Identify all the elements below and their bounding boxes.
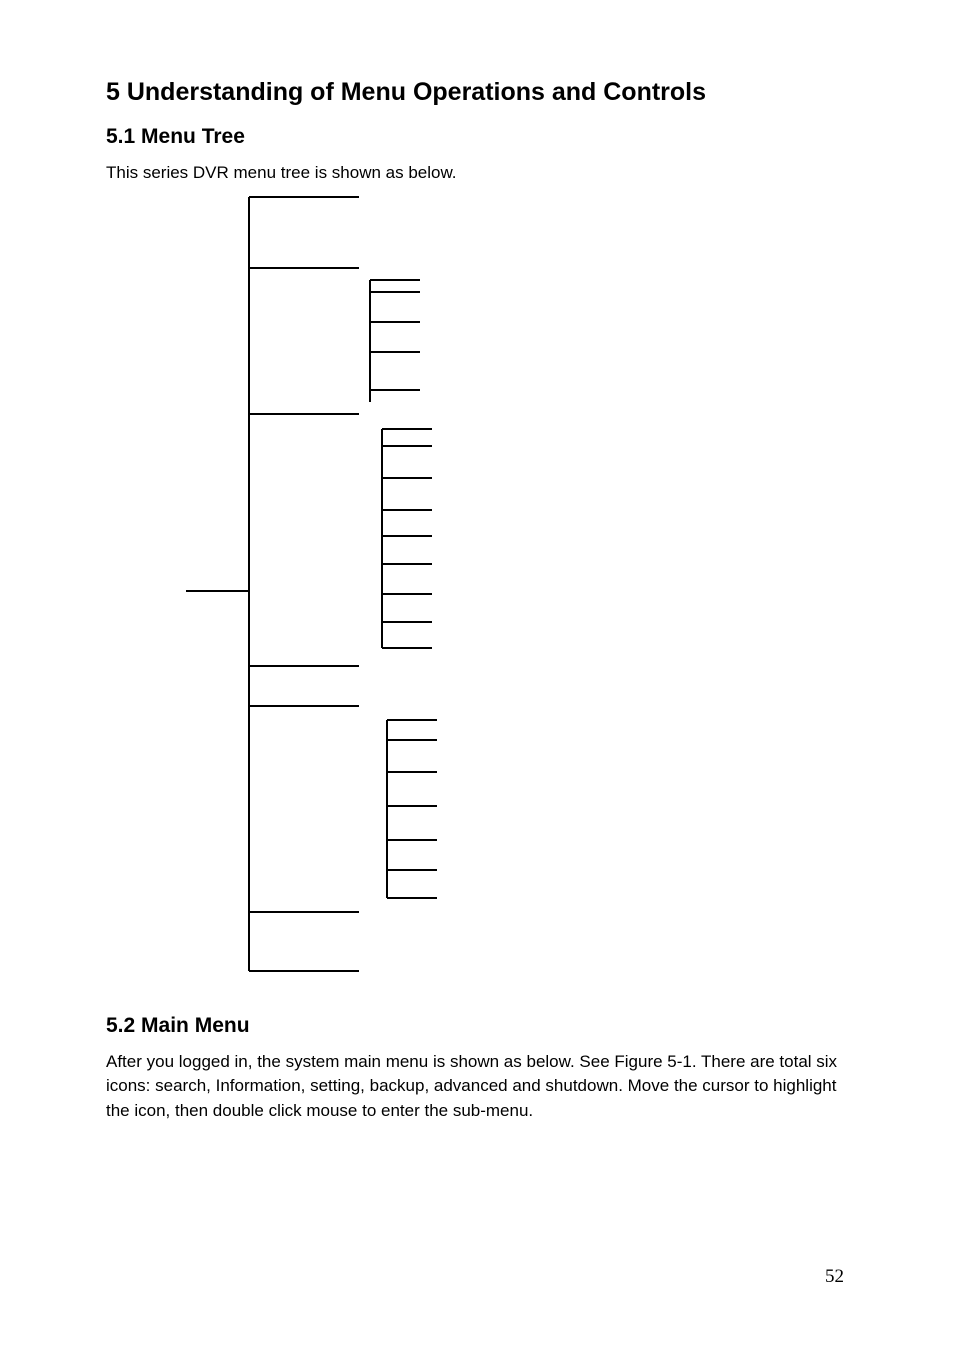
section-5-2-heading: 5.2 Main Menu — [106, 1014, 848, 1038]
section-5-2-intro: After you logged in, the system main men… — [106, 1050, 848, 1124]
page-number: 52 — [825, 1266, 844, 1288]
menu-tree-diagram — [156, 196, 848, 1006]
section-5-1-heading: 5.1 Menu Tree — [106, 125, 848, 149]
section-5-heading: 5 Understanding of Menu Operations and C… — [106, 78, 848, 107]
section-5-1-intro: This series DVR menu tree is shown as be… — [106, 161, 848, 186]
menu-tree-svg — [156, 196, 556, 996]
